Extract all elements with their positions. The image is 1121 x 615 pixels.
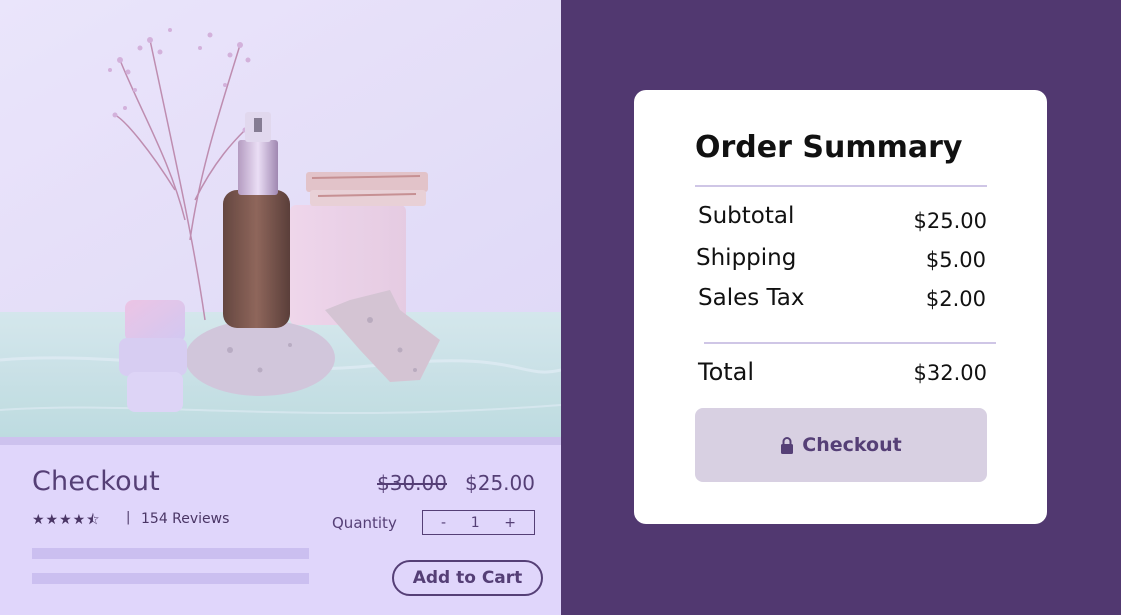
- sale-price: $25.00: [465, 471, 535, 495]
- order-summary-card: Order Summary Subtotal $25.00 Shipping $…: [634, 90, 1047, 524]
- quantity-value-input[interactable]: 1: [471, 515, 480, 531]
- total-value: $32.00: [913, 361, 987, 385]
- shipping-label: Shipping: [696, 245, 797, 271]
- quantity-increment-button[interactable]: +: [504, 515, 516, 531]
- total-divider: [704, 342, 996, 344]
- quantity-label: Quantity: [332, 514, 397, 532]
- original-price: $30.00: [377, 471, 447, 495]
- shipping-value: $5.00: [925, 248, 986, 272]
- quantity-decrement-button[interactable]: -: [441, 515, 446, 531]
- description-placeholder-line: [32, 548, 309, 559]
- sales-tax-value: $2.00: [925, 287, 986, 311]
- product-panel: Checkout ★★★★⯪ | 154 Reviews $30.00 $25.…: [0, 0, 561, 615]
- order-summary-title: Order Summary: [695, 130, 963, 165]
- subtotal-label: Subtotal: [698, 203, 795, 229]
- sales-tax-label: Sales Tax: [698, 285, 805, 311]
- product-photo: [0, 0, 561, 437]
- rating-separator: |: [126, 510, 131, 525]
- product-photo-illustration: [0, 0, 561, 437]
- product-title: Checkout: [32, 466, 160, 497]
- subtotal-value: $25.00: [913, 209, 987, 233]
- add-to-cart-button[interactable]: Add to Cart: [392, 560, 543, 596]
- description-placeholder-line: [32, 573, 309, 584]
- checkout-button-label: Checkout: [802, 434, 902, 456]
- lock-icon: [781, 437, 794, 454]
- rating-stars-icon: ★★★★⯪: [32, 512, 101, 528]
- reviews-count-link[interactable]: 154 Reviews: [141, 511, 229, 527]
- quantity-stepper: - 1 +: [422, 510, 535, 535]
- total-label: Total: [698, 358, 755, 386]
- photo-divider: [0, 437, 561, 445]
- summary-divider: [695, 185, 987, 187]
- checkout-button[interactable]: Checkout: [695, 408, 987, 482]
